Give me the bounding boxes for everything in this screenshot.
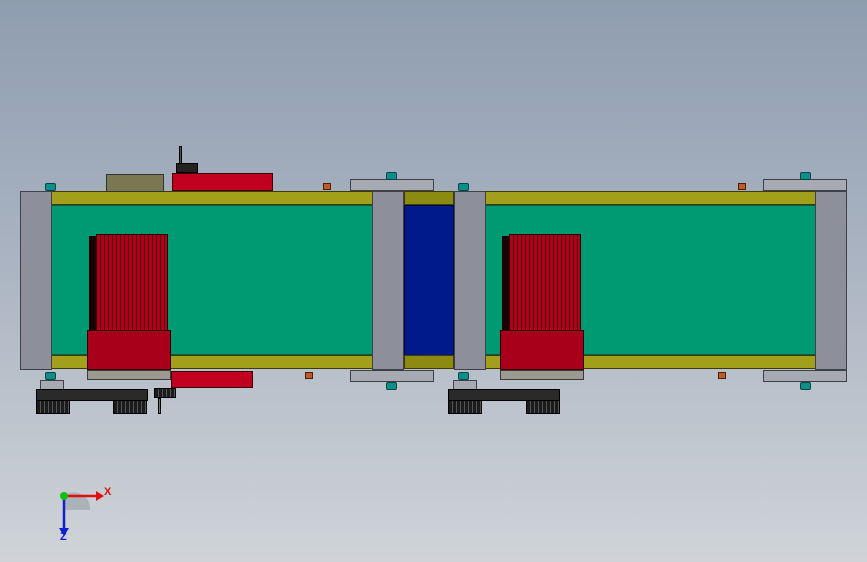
transfer-bottom-rail	[404, 355, 454, 369]
right-bottom-nut	[718, 372, 726, 379]
left-top-nut	[323, 183, 331, 190]
left-bottom-actuator	[171, 371, 253, 388]
left-bottom-nut	[305, 372, 313, 379]
left-wheel-1	[36, 400, 70, 414]
left-wheel-2	[113, 400, 147, 414]
right-base-bolt	[458, 372, 469, 380]
right-top-bolt-1	[458, 183, 469, 191]
right-motor-foot	[500, 370, 584, 380]
left-motor	[96, 234, 168, 332]
left-bottom-bolt	[386, 382, 397, 390]
left-sensor-box	[106, 174, 164, 192]
right-top-bolt-2	[800, 172, 811, 180]
left-base-bolt	[45, 372, 56, 380]
left-middle-frame	[372, 191, 404, 370]
right-motor-gearbox	[500, 330, 584, 370]
left-top-bolt-2	[386, 172, 397, 180]
left-end-frame	[20, 191, 52, 370]
left-bottom-pin	[158, 398, 161, 414]
right-end-frame	[815, 191, 847, 370]
transfer-top-rail	[404, 191, 454, 205]
z-axis-label: Z	[60, 531, 67, 543]
x-axis-arrowhead	[96, 491, 104, 501]
right-bottom-bolt	[800, 382, 811, 390]
triad-icon	[59, 491, 104, 536]
x-axis-label: X	[104, 486, 112, 498]
left-motor-gearbox	[87, 330, 171, 370]
right-wheel-2	[526, 400, 560, 414]
left-top-rail	[48, 191, 376, 205]
left-top-connector	[176, 163, 198, 173]
right-wheel-1	[448, 400, 482, 414]
transfer-zone	[404, 205, 454, 357]
right-top-nut	[738, 183, 746, 190]
right-motor	[509, 234, 581, 332]
left-top-pin	[179, 146, 182, 164]
left-bottom-plate-right	[350, 370, 434, 382]
right-top-plate	[763, 179, 847, 191]
right-top-rail	[454, 191, 820, 205]
left-top-plate-right	[350, 179, 434, 191]
left-top-actuator	[172, 173, 273, 191]
y-axis-dot	[60, 492, 68, 500]
left-wheel-3	[154, 388, 176, 398]
right-start-frame	[454, 191, 486, 370]
left-top-bolt-1	[45, 183, 56, 191]
left-motor-foot	[87, 370, 171, 380]
coordinate-triad: X Z	[40, 478, 130, 548]
right-bottom-plate	[763, 370, 847, 382]
